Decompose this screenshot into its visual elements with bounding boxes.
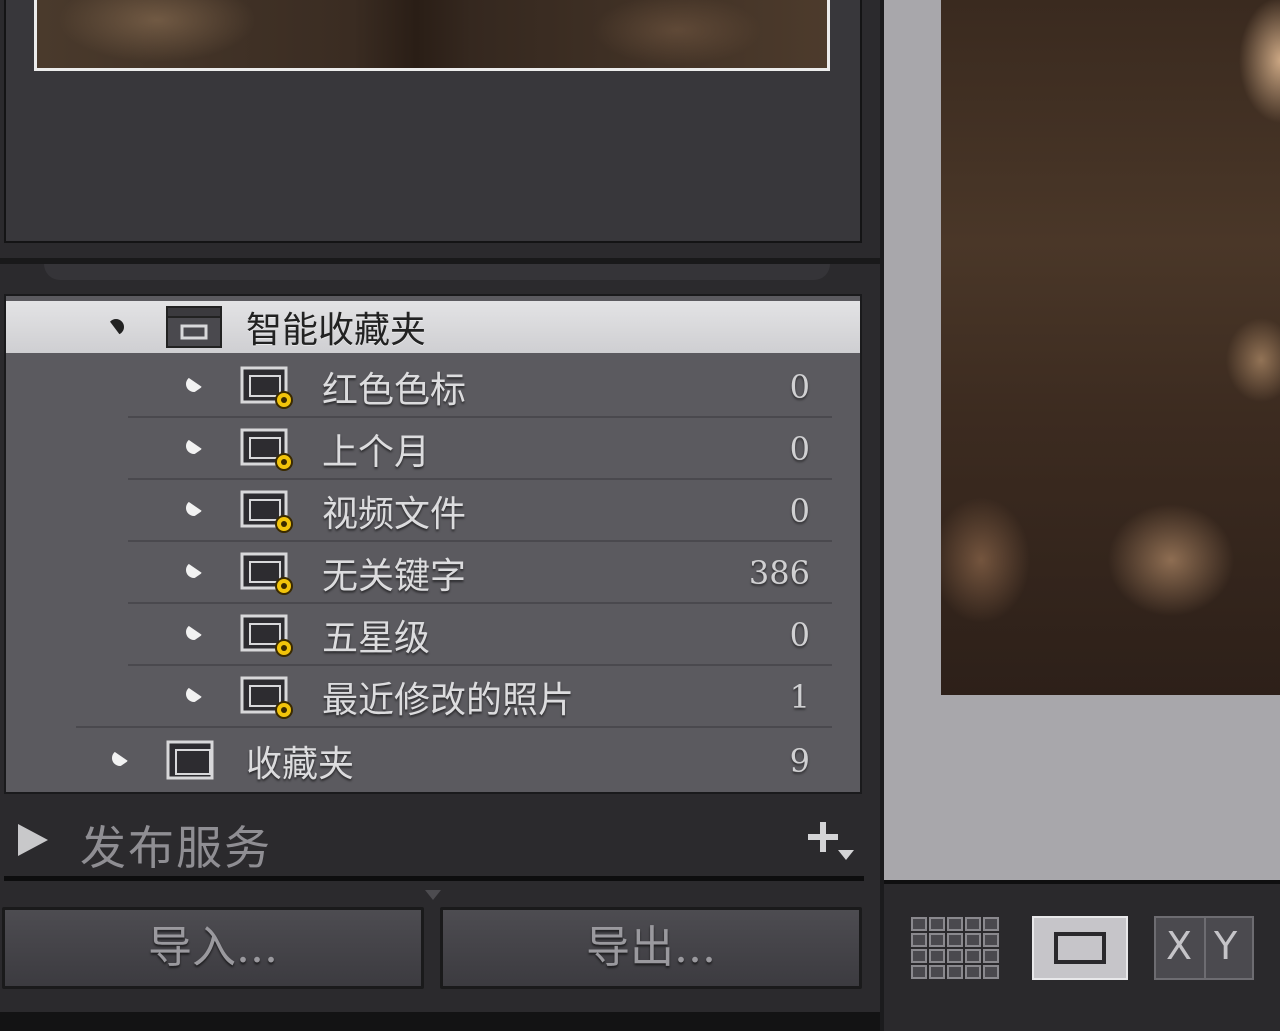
photo-count: 1 [789, 678, 810, 716]
smart-collection-item[interactable]: 上个月 0 [6, 418, 860, 480]
smart-collection-label: 视频文件 [322, 494, 467, 535]
expand-right-icon[interactable] [112, 750, 128, 772]
smart-collections-label: 智能收藏夹 [246, 310, 427, 351]
compare-view-button[interactable]: X Y [1154, 916, 1254, 980]
smart-collection-item[interactable]: 五星级 0 [6, 604, 860, 666]
grid-view-icon[interactable] [910, 916, 1006, 980]
expand-right-icon[interactable] [186, 438, 202, 460]
collection-set-row[interactable]: 收藏夹 9 [6, 730, 860, 792]
smart-collection-gear-icon [240, 614, 293, 657]
expand-right-icon[interactable] [18, 824, 48, 856]
import-button[interactable]: 导入... [2, 907, 424, 989]
collections-header-tab [44, 264, 830, 280]
expand-right-icon[interactable] [186, 624, 202, 646]
photo-preview[interactable] [941, 0, 1280, 695]
navigator-thumbnail[interactable] [34, 0, 830, 71]
publish-services-label: 发布服务 [80, 821, 272, 875]
expand-right-icon[interactable] [186, 376, 202, 398]
expand-down-icon[interactable] [108, 319, 132, 335]
loupe-frame [1054, 932, 1106, 964]
expand-right-icon[interactable] [186, 686, 202, 708]
expand-right-icon[interactable] [186, 562, 202, 584]
photo-count: 0 [789, 492, 810, 530]
smart-collection-label: 无关键字 [322, 556, 467, 597]
collection-set-label: 收藏夹 [246, 744, 355, 785]
photo-count: 386 [748, 554, 810, 592]
loupe-view-icon[interactable] [1032, 916, 1128, 980]
smart-collection-label: 上个月 [322, 432, 431, 473]
collapse-panel-icon[interactable] [425, 890, 441, 900]
smart-collection-label: 五星级 [322, 618, 431, 659]
smart-collection-gear-icon [240, 490, 293, 533]
smart-collection-item[interactable]: 红色色标 0 [6, 356, 860, 418]
smart-collection-label: 最近修改的照片 [322, 680, 575, 721]
smart-collection-item[interactable]: 无关键字 386 [6, 542, 860, 604]
smart-collection-gear-icon [240, 366, 293, 409]
compare-x-label: X [1166, 924, 1193, 968]
smart-collection-gear-icon [240, 552, 293, 595]
window-edge [0, 1012, 880, 1031]
expand-right-icon[interactable] [186, 500, 202, 522]
compare-divider [1204, 918, 1206, 978]
smart-collection-set-icon [166, 306, 222, 348]
photo-count: 0 [789, 616, 810, 654]
photo-count: 9 [789, 742, 810, 780]
smart-collection-label: 红色色标 [322, 370, 467, 411]
photo-count: 0 [789, 430, 810, 468]
smart-collection-gear-icon [240, 676, 293, 719]
smart-collection-gear-icon [240, 428, 293, 471]
smart-collection-item[interactable]: 最近修改的照片 1 [6, 666, 860, 728]
export-button[interactable]: 导出... [440, 907, 862, 989]
row-divider [76, 726, 832, 728]
collection-set-icon [166, 740, 214, 780]
smart-collections-group-row[interactable]: 智能收藏夹 [6, 301, 860, 353]
smart-collection-item[interactable]: 视频文件 0 [6, 480, 860, 542]
panel-divider [4, 876, 864, 881]
add-plus-icon[interactable] [808, 818, 860, 864]
collections-panel: 智能收藏夹 红色色标 0 上个月 0 视频文件 0 无关键字 386 五星级 0… [4, 294, 862, 794]
photo-count: 0 [789, 368, 810, 406]
compare-y-label: Y [1214, 924, 1238, 968]
